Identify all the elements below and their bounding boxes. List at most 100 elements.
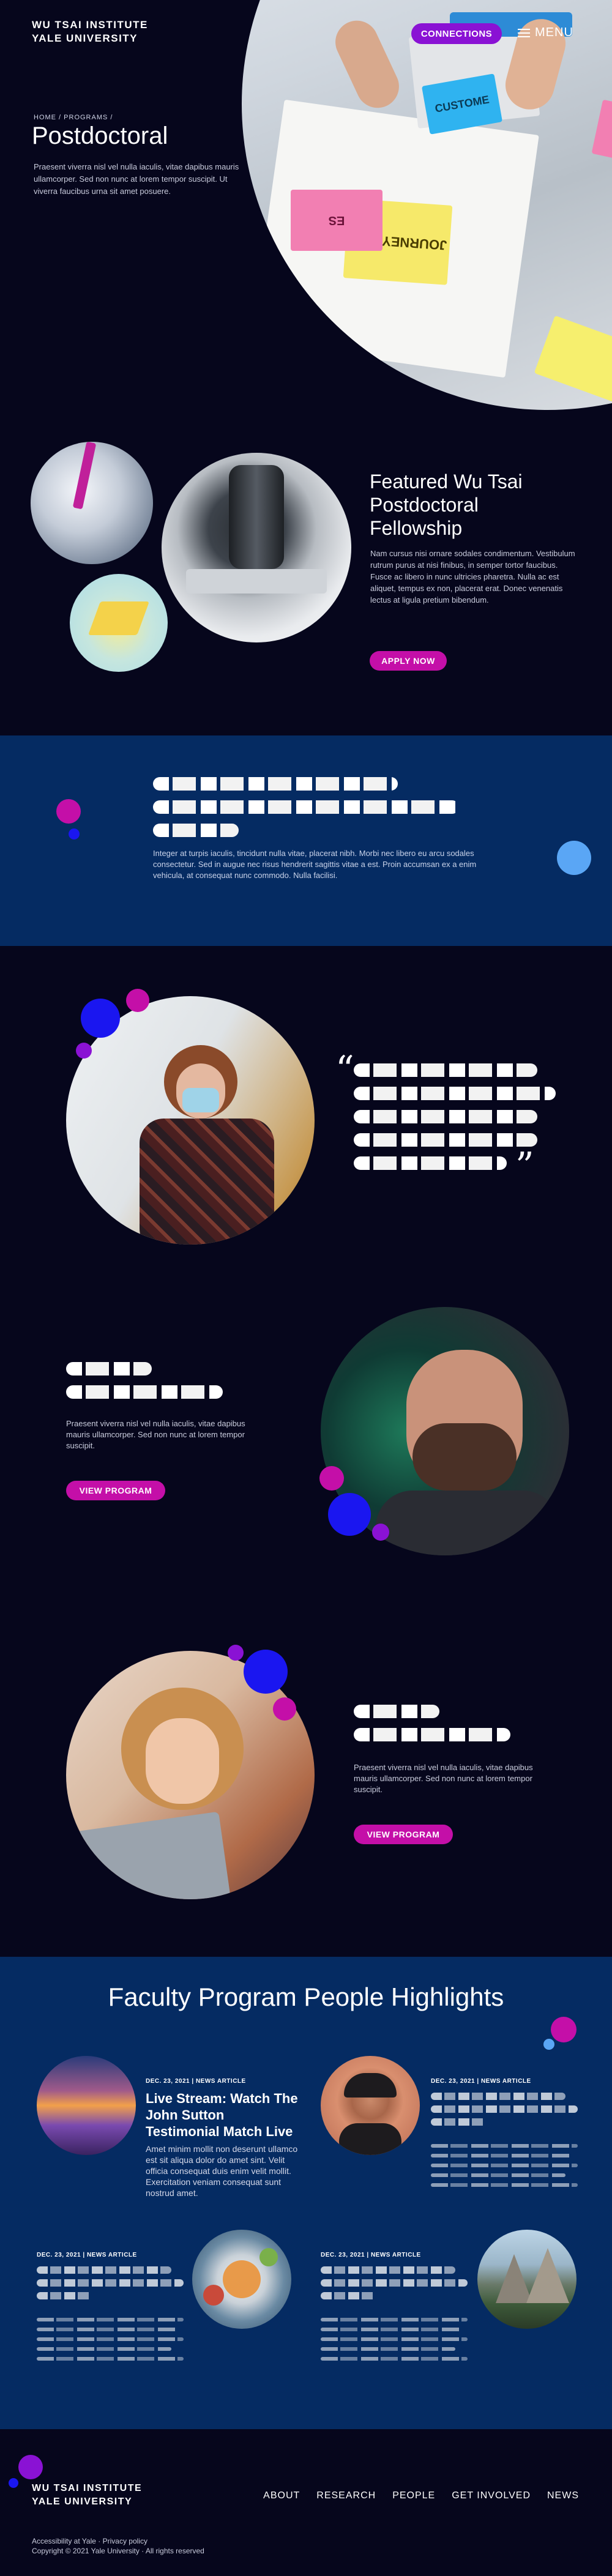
sticky-note: ES xyxy=(291,190,382,251)
program-description: Praesent viverra nisl vel nulla iaculis,… xyxy=(66,1419,245,1450)
news-image-food[interactable] xyxy=(192,2230,291,2329)
quote-line xyxy=(354,1156,507,1170)
footer-nav-people[interactable]: PEOPLE xyxy=(392,2490,435,2501)
title-line xyxy=(431,2118,486,2126)
sample-tray xyxy=(88,601,150,635)
program-heading xyxy=(66,1362,225,1409)
news-meta: DEC. 23, 2021 | NEWS ARTICLE xyxy=(321,2252,421,2258)
logo-line-2: YALE UNIVERSITY xyxy=(32,32,138,44)
news-meta: DEC. 23, 2021 | NEWS ARTICLE xyxy=(146,2078,246,2085)
sticky-note xyxy=(591,99,612,164)
news-title[interactable]: Live Stream: Watch The John Sutton Testi… xyxy=(146,2090,299,2140)
decor-dot xyxy=(319,1466,344,1491)
news-title[interactable] xyxy=(431,2093,584,2131)
heading-line xyxy=(66,1385,223,1399)
title-line xyxy=(321,2266,455,2274)
title-line xyxy=(37,2266,171,2274)
intro-band: Integer at turpis iaculis, tincidunt nul… xyxy=(0,735,612,946)
decor-dot xyxy=(557,841,591,875)
news-excerpt: Amet minim mollit non deserunt ullamco e… xyxy=(146,2144,298,2198)
apply-now-button[interactable]: APPLY NOW xyxy=(370,651,447,671)
quote-line xyxy=(354,1063,537,1077)
news-image-mountain[interactable] xyxy=(477,2230,577,2329)
hero-description: Praesent viverra nisl vel nulla iaculis,… xyxy=(34,162,239,196)
laptop xyxy=(66,1811,231,1899)
sticky-note-text: ES xyxy=(328,214,345,228)
news-meta: DEC. 23, 2021 | NEWS ARTICLE xyxy=(37,2252,137,2258)
decor-dot xyxy=(228,1645,244,1661)
title-line xyxy=(431,2093,565,2100)
connections-button[interactable]: CONNECTIONS xyxy=(411,23,502,44)
decor-dot xyxy=(81,999,120,1038)
site-footer: WU TSAI INSTITUTE YALE UNIVERSITY ABOUT … xyxy=(0,2429,612,2576)
logo-line-1: WU TSAI INSTITUTE xyxy=(32,19,148,31)
heading-line xyxy=(66,1362,152,1375)
microscope-stage xyxy=(186,569,327,594)
logo-line-1: WU TSAI INSTITUTE xyxy=(32,2483,143,2493)
test-tubes-photo xyxy=(70,574,168,672)
excerpt-line xyxy=(431,2173,565,2177)
title-line xyxy=(37,2279,184,2287)
program-description: Praesent viverra nisl vel nulla iaculis,… xyxy=(354,1763,533,1794)
legal-links[interactable]: Accessibility at Yale · Privacy policy xyxy=(32,2537,147,2545)
excerpt-line xyxy=(321,2328,461,2331)
footer-logo[interactable]: WU TSAI INSTITUTE YALE UNIVERSITY xyxy=(32,2482,142,2509)
news-image-lavender[interactable] xyxy=(37,2056,136,2155)
page-title: Postdoctoral xyxy=(32,122,168,149)
title-line xyxy=(37,2292,92,2299)
footer-nav-news[interactable]: NEWS xyxy=(547,2490,579,2501)
highlights-section: Faculty Program People Highlights DEC. 2… xyxy=(0,1957,612,2429)
excerpt-line xyxy=(37,2357,184,2361)
menu-label: MENU xyxy=(535,26,573,39)
decor-dot xyxy=(76,1043,92,1059)
excerpt-line xyxy=(431,2144,578,2148)
footer-nav-research[interactable]: RESEARCH xyxy=(316,2490,376,2501)
footer-nav-about[interactable]: ABOUT xyxy=(263,2490,300,2501)
person-face xyxy=(146,1718,219,1804)
fellowship-description: Nam cursus nisi ornare sodales condiment… xyxy=(370,549,575,605)
excerpt-line xyxy=(321,2357,468,2361)
title-line xyxy=(321,2279,468,2287)
excerpt-line xyxy=(431,2183,578,2187)
menu-button[interactable]: MENU xyxy=(518,26,573,40)
food-bowl xyxy=(203,2285,224,2306)
lab-plate-photo xyxy=(31,442,153,564)
hand xyxy=(328,13,406,115)
face-mask xyxy=(182,1088,219,1112)
decor-dot xyxy=(273,1697,296,1721)
person-shirt xyxy=(339,2123,401,2155)
hero-photo: CUSTOME JOURNEY MAP ES xyxy=(242,0,612,410)
news-title[interactable] xyxy=(321,2266,474,2305)
program-heading xyxy=(354,1705,513,1751)
excerpt-line xyxy=(431,2164,578,2167)
person-shirt xyxy=(376,1491,559,1555)
food-bowl xyxy=(259,2248,278,2266)
news-excerpt xyxy=(431,2144,584,2193)
excerpt-line xyxy=(37,2318,184,2321)
heading-line xyxy=(354,1705,439,1718)
open-quote-icon: “ xyxy=(335,1048,354,1091)
heading-line xyxy=(153,800,459,814)
decor-dot xyxy=(551,2017,577,2042)
excerpt-line xyxy=(321,2347,455,2351)
view-program-button[interactable]: VIEW PROGRAM xyxy=(66,1481,165,1500)
footer-nav-get-involved[interactable]: GET INVOLVED xyxy=(452,2490,531,2501)
person-beard xyxy=(412,1423,517,1491)
heading-line xyxy=(153,777,398,791)
quote-line xyxy=(354,1133,537,1147)
quote-line xyxy=(354,1087,556,1100)
mountain xyxy=(526,2248,569,2303)
close-quote-icon: ” xyxy=(515,1145,534,1188)
excerpt-line xyxy=(37,2328,177,2331)
food-bowl xyxy=(223,2260,261,2298)
excerpt-line xyxy=(321,2337,468,2341)
decor-dot xyxy=(9,2478,18,2488)
title-line xyxy=(321,2292,376,2299)
site-logo[interactable]: WU TSAI INSTITUTE YALE UNIVERSITY xyxy=(32,18,148,45)
news-image-portrait[interactable] xyxy=(321,2056,420,2155)
view-program-button[interactable]: VIEW PROGRAM xyxy=(354,1825,453,1844)
highlights-title: Faculty Program People Highlights xyxy=(108,1982,504,2011)
breadcrumb[interactable]: HOME / PROGRAMS / xyxy=(34,114,113,121)
news-title[interactable] xyxy=(37,2266,190,2305)
fellowship-title: Featured Wu Tsai Postdoctoral Fellowship xyxy=(370,471,523,539)
